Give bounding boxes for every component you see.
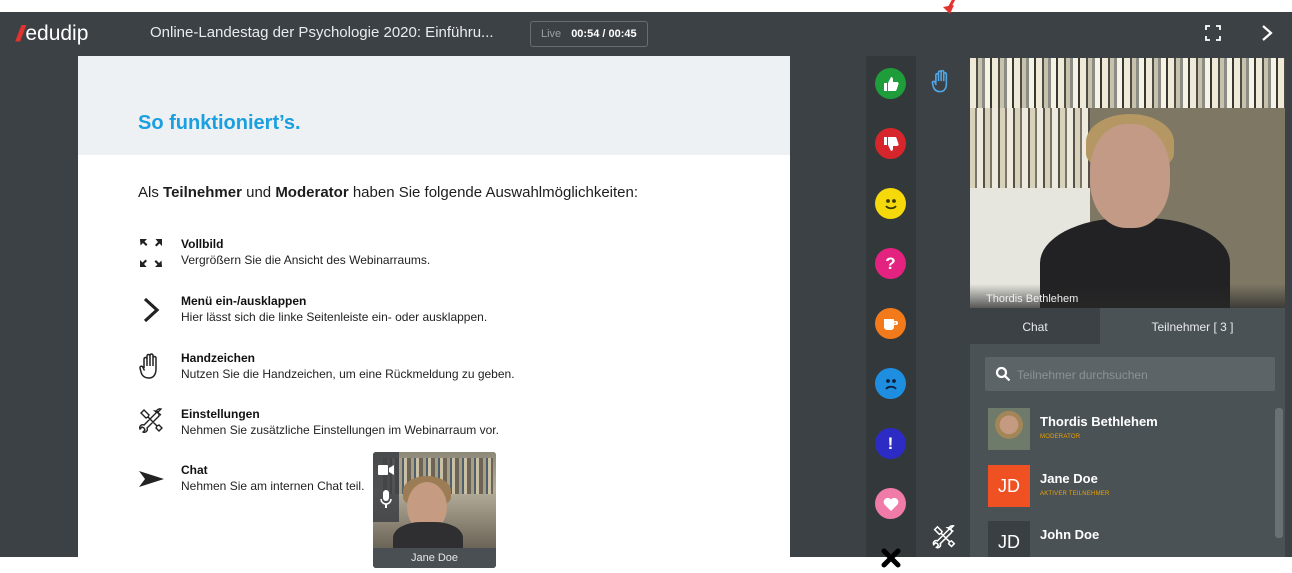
annotation-arrow xyxy=(943,0,956,14)
participant-row[interactable]: JD Jane Doe AKTIVER TEILNEHMER xyxy=(985,465,1270,517)
camera-icon[interactable] xyxy=(378,464,394,476)
feature-settings: Einstellungen Nehmen Sie zusätzliche Ein… xyxy=(138,407,738,447)
participant-role: AKTIVER TEILNEHMER xyxy=(1040,491,1110,497)
feature-title: Handzeichen xyxy=(181,351,256,365)
logo-text: edudip xyxy=(25,22,89,45)
avatar xyxy=(988,408,1030,450)
exclamation-button[interactable]: ! xyxy=(875,428,906,459)
heart-button[interactable] xyxy=(875,488,906,519)
feature-desc: Nehmen Sie zusätzliche Einstellungen im … xyxy=(181,423,499,437)
time-readout: 00:54 / 00:45 xyxy=(571,28,637,40)
participant-scrollbar[interactable] xyxy=(1275,408,1283,538)
feature-title: Vollbild xyxy=(181,237,224,251)
settings-button[interactable] xyxy=(929,524,959,554)
webinar-room: /// edudip Online-Landestag der Psycholo… xyxy=(0,12,1292,568)
avatar: JD xyxy=(988,521,1030,557)
live-timer: Live 00:54 / 00:45 xyxy=(530,21,648,47)
close-reactions-button[interactable] xyxy=(875,542,906,573)
top-bar: /// edudip Online-Landestag der Psycholo… xyxy=(0,12,1292,56)
video-tile-name: Jane Doe xyxy=(373,548,496,568)
question-icon: ? xyxy=(885,253,896,273)
microphone-icon[interactable] xyxy=(380,490,392,508)
webinar-title: Online-Landestag der Psychologie 2020: E… xyxy=(150,24,494,41)
participant-name: Thordis Bethlehem xyxy=(1040,414,1158,429)
media-controls xyxy=(373,452,399,522)
tab-participants[interactable]: Teilnehmer [ 3 ] xyxy=(1100,308,1285,344)
thumbs-up-button[interactable] xyxy=(875,68,906,99)
feature-desc: Hier lässt sich die linke Seitenleiste e… xyxy=(181,310,488,324)
feature-hand: Handzeichen Nutzen Sie die Handzeichen, … xyxy=(138,351,738,391)
close-icon xyxy=(881,548,900,567)
live-label: Live xyxy=(541,28,562,40)
participant-search xyxy=(985,357,1275,393)
sad-button[interactable] xyxy=(875,368,906,399)
participant-list: Thordis Bethlehem MODERATOR JD Jane Doe … xyxy=(970,344,1285,557)
slide-title: So funktioniert’s. xyxy=(138,112,301,134)
participant-role: MODERATOR xyxy=(1040,434,1081,440)
search-icon xyxy=(995,366,1011,382)
thumbs-down-button[interactable] xyxy=(875,128,906,159)
sad-icon xyxy=(884,378,897,390)
exclamation-icon: ! xyxy=(887,433,894,453)
fullscreen-button[interactable] xyxy=(1202,22,1224,44)
feature-title: Einstellungen xyxy=(181,407,260,421)
smile-icon xyxy=(884,198,897,209)
question-button[interactable]: ? xyxy=(875,248,906,279)
collapse-sidebar-button[interactable] xyxy=(1256,22,1278,44)
participant-name: Jane Doe xyxy=(1040,471,1098,486)
edudip-logo: /// edudip xyxy=(16,20,88,48)
hand-icon xyxy=(139,353,157,379)
chevron-right-icon xyxy=(143,297,160,323)
coffee-icon xyxy=(883,318,898,330)
thumbs-up-icon xyxy=(883,76,899,91)
feature-desc: Nutzen Sie die Handzeichen, um eine Rück… xyxy=(181,367,515,381)
tools-icon xyxy=(932,525,956,549)
thumbs-down-icon xyxy=(883,136,899,151)
heart-icon xyxy=(883,497,898,511)
tab-chat[interactable]: Chat xyxy=(970,308,1100,344)
participant-name: John Doe xyxy=(1040,527,1100,542)
presenter-video[interactable]: Thordis Bethlehem xyxy=(970,58,1285,308)
feature-desc: Nehmen Sie am internen Chat teil. xyxy=(181,479,365,493)
slide-header: So funktioniert’s. xyxy=(78,56,790,155)
logo-mark: /// xyxy=(16,21,25,46)
smile-button[interactable] xyxy=(875,188,906,219)
reaction-bar: ? ! xyxy=(866,56,916,567)
sidebar-tabs: Chat Teilnehmer [ 3 ] xyxy=(970,308,1285,344)
participant-row[interactable]: JD John Doe xyxy=(985,521,1270,557)
participant-row[interactable]: Thordis Bethlehem MODERATOR xyxy=(985,408,1270,460)
presenter-name: Thordis Bethlehem xyxy=(970,284,1285,308)
fullscreen-icon xyxy=(140,239,162,267)
slide-intro: Als Teilnehmer und Moderator haben Sie f… xyxy=(138,184,639,201)
fullscreen-icon xyxy=(1205,25,1221,41)
avatar: JD xyxy=(988,465,1030,507)
tools-icon xyxy=(139,408,163,433)
raise-hand-button[interactable] xyxy=(930,68,954,96)
participant-video-tile[interactable]: Jane Doe xyxy=(373,452,496,568)
feature-title: Chat xyxy=(181,463,208,477)
send-icon xyxy=(139,471,164,487)
feature-menu: Menü ein-/ausklappen Hier lässt sich die… xyxy=(138,294,738,334)
chevron-right-icon xyxy=(1262,25,1273,41)
feature-title: Menü ein-/ausklappen xyxy=(181,294,307,308)
hand-icon xyxy=(931,69,948,93)
coffee-button[interactable] xyxy=(875,308,906,339)
search-input[interactable] xyxy=(1015,357,1269,393)
feature-fullscreen: Vollbild Vergrößern Sie die Ansicht des … xyxy=(138,237,738,277)
feature-desc: Vergrößern Sie die Ansicht des Webinarra… xyxy=(181,253,431,267)
